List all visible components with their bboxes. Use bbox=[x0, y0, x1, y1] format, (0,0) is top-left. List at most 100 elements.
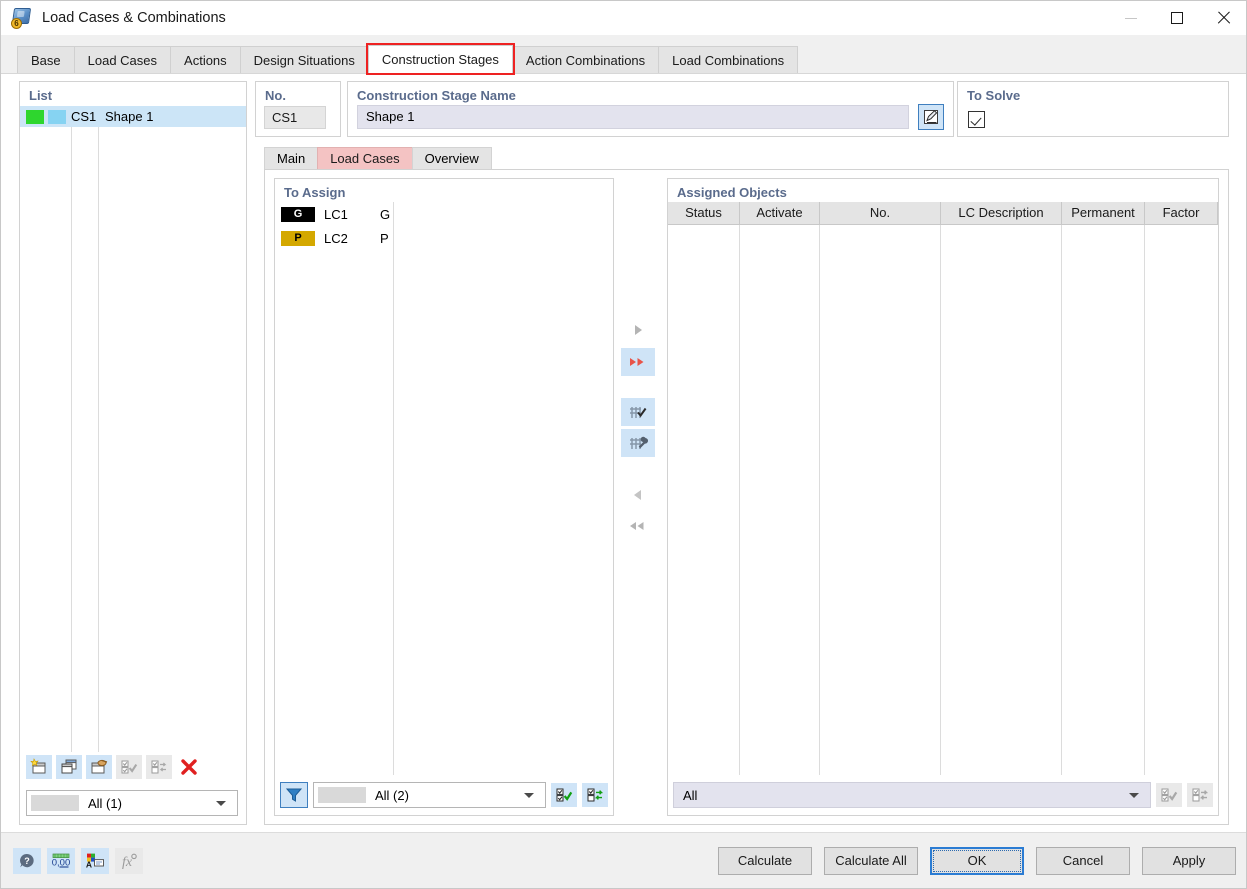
close-button[interactable] bbox=[1200, 1, 1246, 35]
column-header-factor[interactable]: Factor bbox=[1145, 202, 1218, 224]
select-all-icon[interactable] bbox=[1156, 783, 1182, 807]
assigned-filter-value: All bbox=[683, 787, 698, 803]
assigned-objects-header: Status Activate No. LC Description Perma… bbox=[668, 202, 1218, 225]
decimal-places-button[interactable]: 0,00 bbox=[47, 847, 75, 874]
assigned-filter-combo[interactable]: All bbox=[673, 782, 1151, 808]
to-assign-filter-swatch bbox=[318, 787, 366, 803]
assigned-objects-title: Assigned Objects bbox=[677, 185, 787, 200]
list-toolbar bbox=[20, 752, 246, 782]
stage-name-group: Construction Stage Name Shape 1 bbox=[347, 81, 954, 137]
column-header-activate[interactable]: Activate bbox=[740, 202, 820, 224]
unassign-single-button[interactable] bbox=[621, 481, 655, 509]
svg-text:?: ? bbox=[24, 856, 30, 866]
footer-buttons: Calculate Calculate All OK Cancel Apply bbox=[718, 846, 1246, 875]
subtab-overview[interactable]: Overview bbox=[411, 147, 492, 169]
to-assign-panel: To Assign G LC1 G P LC2 P All (2) bbox=[274, 178, 614, 816]
funnel-filter-icon[interactable] bbox=[280, 782, 308, 808]
to-solve-checkbox[interactable] bbox=[968, 111, 985, 128]
to-solve-label: To Solve bbox=[967, 88, 1021, 103]
edit-pencil-icon[interactable] bbox=[918, 104, 944, 130]
assign-table-check-button[interactable] bbox=[621, 398, 655, 426]
assigned-objects-body[interactable] bbox=[668, 225, 1218, 775]
chevron-down-icon bbox=[524, 792, 534, 798]
to-assign-list[interactable]: G LC1 G P LC2 P bbox=[275, 202, 613, 775]
stage-color-2 bbox=[48, 109, 66, 124]
import-stage-button[interactable] bbox=[86, 755, 112, 779]
tab-base[interactable]: Base bbox=[17, 46, 75, 73]
list-item[interactable]: CS1 Shape 1 bbox=[20, 106, 246, 127]
stage-name-input[interactable]: Shape 1 bbox=[357, 105, 909, 129]
tab-actions[interactable]: Actions bbox=[170, 46, 241, 73]
list-panel: List CS1 Shape 1 All (1) bbox=[19, 81, 247, 825]
list-item[interactable]: G LC1 G bbox=[275, 202, 613, 226]
minimize-button[interactable] bbox=[1108, 1, 1154, 35]
select-all-icon[interactable] bbox=[551, 783, 577, 807]
maximize-button[interactable] bbox=[1154, 1, 1200, 35]
load-case-description: P bbox=[380, 230, 389, 246]
column-header-permanent[interactable]: Permanent bbox=[1062, 202, 1145, 224]
list-item[interactable]: P LC2 P bbox=[275, 226, 613, 250]
color-settings-button[interactable]: A bbox=[81, 847, 109, 874]
list-panel-title: List bbox=[29, 88, 53, 103]
ok-button[interactable]: OK bbox=[930, 846, 1024, 875]
to-assign-filter-value: All (2) bbox=[375, 787, 409, 803]
list-filter-swatch bbox=[31, 795, 79, 811]
load-case-no: LC1 bbox=[324, 206, 348, 222]
page-content: List CS1 Shape 1 All (1) No. CS1 Constru… bbox=[1, 74, 1246, 832]
invert-selection-icon[interactable] bbox=[582, 783, 608, 807]
calculate-button[interactable]: Calculate bbox=[718, 846, 812, 875]
subtab-main[interactable]: Main bbox=[264, 147, 319, 169]
stage-color-swatches bbox=[20, 109, 70, 124]
tab-load-cases[interactable]: Load Cases bbox=[73, 46, 172, 73]
chevron-down-icon bbox=[1129, 792, 1139, 798]
column-header-no[interactable]: No. bbox=[820, 202, 941, 224]
copy-stage-button[interactable] bbox=[56, 755, 82, 779]
invert-selection-icon[interactable] bbox=[1187, 783, 1213, 807]
column-header-lc-description[interactable]: LC Description bbox=[941, 202, 1062, 224]
invert-selection-button[interactable] bbox=[146, 755, 172, 779]
unassign-all-button[interactable] bbox=[621, 512, 655, 540]
tab-design-situations[interactable]: Design Situations bbox=[239, 46, 369, 73]
stage-list[interactable]: CS1 Shape 1 bbox=[20, 106, 246, 752]
help-button[interactable]: ? bbox=[13, 847, 41, 874]
formula-button[interactable]: fx bbox=[115, 847, 143, 874]
to-assign-footer: All (2) bbox=[275, 779, 613, 811]
list-filter-value: All (1) bbox=[88, 795, 122, 811]
to-assign-filter-combo[interactable]: All (2) bbox=[313, 782, 546, 808]
transfer-button-column bbox=[617, 178, 663, 816]
tab-construction-stages[interactable]: Construction Stages bbox=[365, 43, 515, 75]
load-case-badge: G bbox=[281, 206, 315, 222]
delete-button[interactable] bbox=[176, 755, 202, 779]
title-bar: 6 Load Cases & Combinations bbox=[1, 1, 1246, 35]
new-stage-button[interactable] bbox=[26, 755, 52, 779]
load-case-description: G bbox=[380, 206, 391, 222]
window-title: Load Cases & Combinations bbox=[42, 10, 226, 26]
assign-table-settings-button[interactable] bbox=[621, 429, 655, 457]
window-controls bbox=[1108, 1, 1246, 35]
apply-button[interactable]: Apply bbox=[1142, 846, 1236, 875]
assign-all-button[interactable] bbox=[621, 348, 655, 376]
sub-tab-strip: Main Load Cases Overview bbox=[264, 147, 1229, 169]
assigned-objects-footer: All bbox=[668, 779, 1218, 811]
cancel-button[interactable]: Cancel bbox=[1036, 846, 1130, 875]
load-cases-content-panel: To Assign G LC1 G P LC2 P All (2) Assign… bbox=[264, 169, 1229, 825]
stage-no-label: No. bbox=[265, 88, 286, 103]
tab-load-combinations[interactable]: Load Combinations bbox=[658, 46, 799, 73]
stage-color-1 bbox=[26, 109, 44, 124]
tab-action-combinations[interactable]: Action Combinations bbox=[511, 46, 660, 73]
svg-text:fx: fx bbox=[122, 855, 133, 870]
chevron-down-icon bbox=[216, 800, 226, 806]
assigned-objects-panel: Assigned Objects Status Activate No. LC … bbox=[667, 178, 1219, 816]
assign-single-button[interactable] bbox=[621, 316, 655, 344]
stage-no-group: No. CS1 bbox=[255, 81, 341, 137]
load-cases-cube-icon: 6 bbox=[11, 7, 33, 29]
column-header-status[interactable]: Status bbox=[668, 202, 740, 224]
load-cases-combinations-dialog: 6 Load Cases & Combinations Base Load Ca… bbox=[0, 0, 1247, 889]
select-all-button[interactable] bbox=[116, 755, 142, 779]
list-filter-combo[interactable]: All (1) bbox=[26, 790, 238, 816]
list-item-no: CS1 bbox=[71, 109, 97, 124]
calculate-all-button[interactable]: Calculate All bbox=[824, 846, 918, 875]
footer-icon-bar: ? 0,00 A fx bbox=[1, 847, 143, 874]
svg-text:A: A bbox=[86, 859, 92, 869]
subtab-load-cases[interactable]: Load Cases bbox=[317, 147, 413, 169]
